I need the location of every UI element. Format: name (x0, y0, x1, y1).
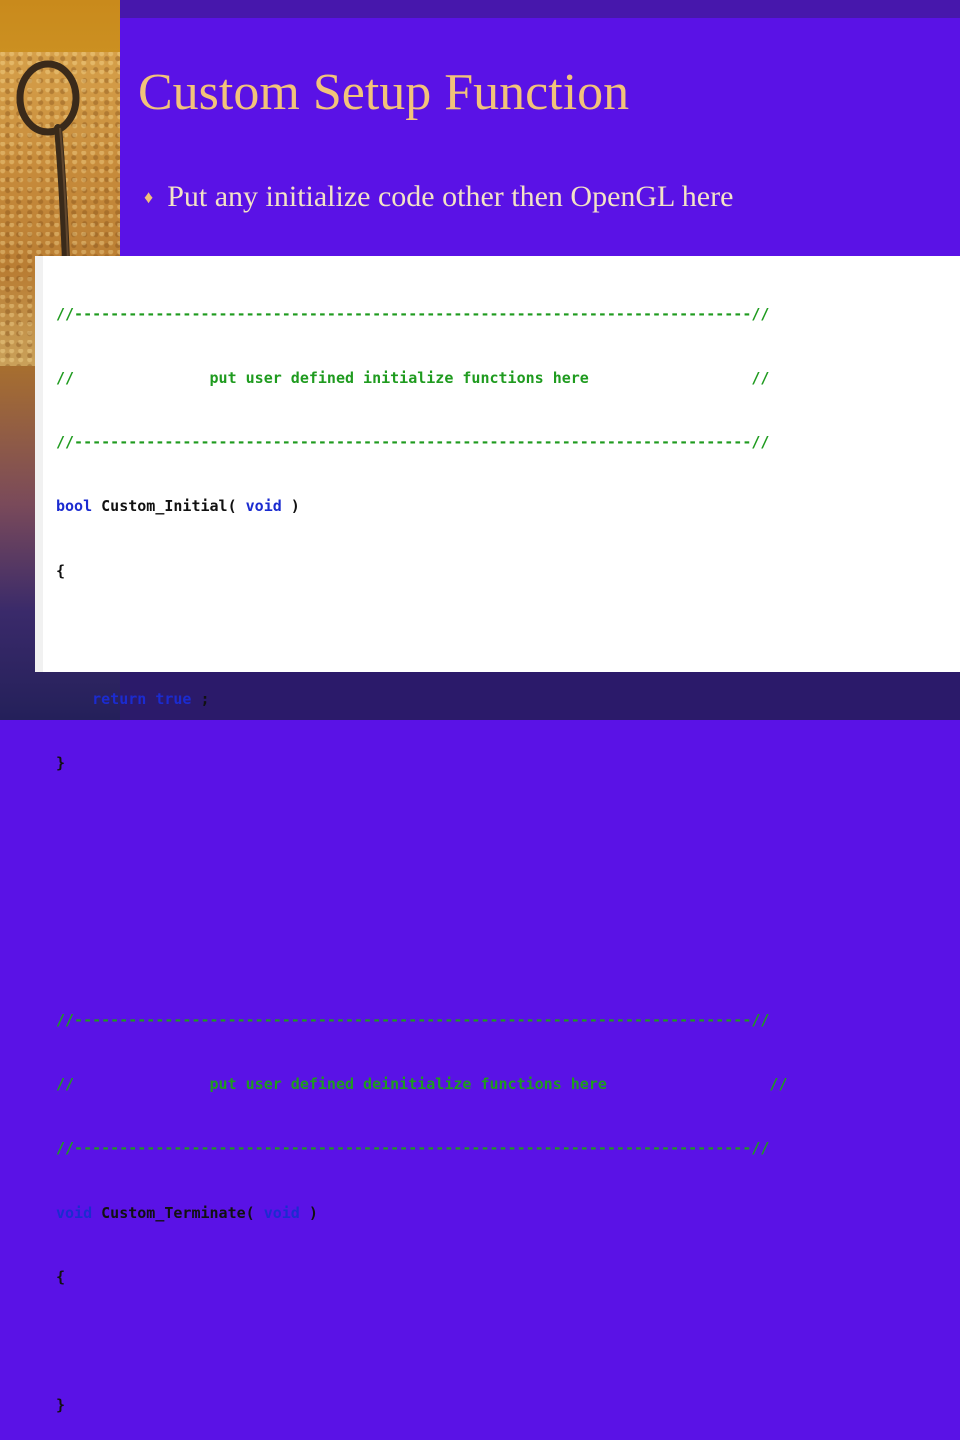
code-keyword: return true (56, 690, 192, 709)
code-line: //--------------------------------------… (56, 433, 770, 452)
code-block: //--------------------------------------… (56, 261, 960, 1440)
code-line: return true ; (56, 689, 960, 710)
slide-title: Custom Setup Function (138, 64, 630, 121)
code-line: { (56, 1267, 66, 1286)
code-line: void Custom_Terminate( void ) (56, 1203, 960, 1224)
code-line: } (56, 1396, 66, 1415)
code-line: //--------------------------------------… (56, 304, 770, 323)
code-keyword: void (245, 497, 282, 516)
code-keyword: void (56, 1203, 93, 1222)
code-line: { (56, 561, 66, 580)
code-line: // put user defined initialize functions… (56, 369, 770, 388)
code-keyword: bool (56, 497, 93, 516)
code-line: bool Custom_Initial( void ) (56, 496, 960, 517)
code-identifier: Custom_Terminate( (92, 1203, 264, 1222)
code-line: } (56, 754, 66, 773)
code-identifier: Custom_Initial( (92, 497, 246, 516)
code-punctuation: ) (281, 497, 300, 516)
code-screenshot: //--------------------------------------… (35, 256, 960, 1414)
bullet-text: Put any initialize code other then OpenG… (167, 180, 734, 213)
code-line: //--------------------------------------… (56, 1139, 770, 1158)
code-punctuation: ) (299, 1203, 318, 1222)
code-line: // put user defined deinitialize functio… (56, 1075, 788, 1094)
diamond-bullet-icon: ♦ (144, 187, 154, 207)
bullet-item: ♦ Put any initialize code other then Ope… (144, 180, 934, 214)
code-punctuation: ; (191, 690, 210, 709)
code-line: //--------------------------------------… (56, 1011, 770, 1030)
top-band (120, 0, 960, 18)
code-keyword: void (263, 1203, 300, 1222)
